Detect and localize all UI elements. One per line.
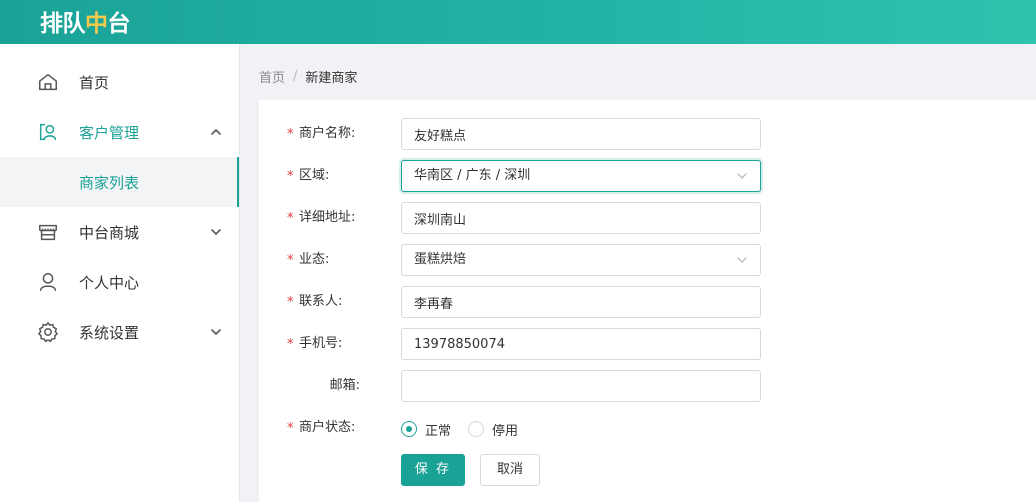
address-label: 详细地址: bbox=[299, 210, 356, 225]
required-mark: * bbox=[287, 337, 294, 352]
form-row-phone: * 手机号: bbox=[259, 328, 1036, 360]
form-row-contact: * 联系人: bbox=[259, 286, 1036, 318]
contact-label: 联系人: bbox=[299, 294, 343, 309]
email-input[interactable] bbox=[401, 370, 761, 402]
phone-input[interactable] bbox=[401, 328, 761, 360]
sidebar-item-label: 首页 bbox=[79, 74, 110, 92]
form-label: * 详细地址: bbox=[259, 202, 360, 234]
status-label: 商户状态: bbox=[299, 420, 356, 435]
app-logo[interactable]: 排队中台 bbox=[40, 6, 131, 37]
contact-input[interactable] bbox=[401, 286, 761, 318]
sidebar-item-mall[interactable]: 中台商城 bbox=[0, 207, 239, 257]
sidebar-item-label: 系统设置 bbox=[79, 324, 140, 342]
breadcrumb: 首页 / 新建商家 bbox=[259, 66, 357, 86]
user-icon bbox=[39, 273, 57, 291]
sidebar: 首页 客户管理 商家列表 中台商城 个人中心 系统设置 bbox=[0, 44, 240, 502]
region-value: 华南区 / 广东 / 深圳 bbox=[414, 168, 531, 183]
store-icon bbox=[39, 224, 57, 241]
logo-text-part1: 排队 bbox=[40, 11, 86, 37]
sidebar-item-label: 个人中心 bbox=[79, 274, 140, 292]
radio-label: 停用 bbox=[492, 423, 519, 439]
form-row-business-type: * 业态: 蛋糕烘焙 bbox=[259, 244, 1036, 276]
form-label: 邮箱: bbox=[259, 370, 360, 402]
form-actions: 保 存 取消 bbox=[259, 454, 1036, 486]
region-cascader[interactable]: 华南区 / 广东 / 深圳 bbox=[401, 160, 761, 192]
form-label: * 区域: bbox=[259, 160, 360, 192]
email-label: 邮箱: bbox=[329, 378, 360, 393]
region-label: 区域: bbox=[299, 168, 330, 183]
address-input[interactable] bbox=[401, 202, 761, 234]
sidebar-subitem-label: 商家列表 bbox=[79, 174, 140, 192]
breadcrumb-home-link[interactable]: 首页 bbox=[259, 67, 285, 86]
form-label: * 联系人: bbox=[259, 286, 360, 318]
sidebar-item-personal-center[interactable]: 个人中心 bbox=[0, 257, 239, 307]
logo-text-accent: 中 bbox=[85, 11, 108, 37]
sidebar-item-label: 中台商城 bbox=[79, 224, 140, 242]
required-mark: * bbox=[287, 169, 294, 184]
active-indicator bbox=[237, 157, 239, 207]
form-label: * 手机号: bbox=[259, 328, 360, 360]
radio-circle bbox=[468, 421, 484, 437]
logo-text-part3: 台 bbox=[107, 11, 131, 37]
required-mark: * bbox=[287, 295, 294, 310]
form-row-status: * 商户状态: 正常 停用 bbox=[259, 412, 1036, 444]
top-header: 排队中台 bbox=[0, 0, 1036, 44]
required-mark: * bbox=[287, 127, 294, 142]
business-type-label: 业态: bbox=[299, 252, 330, 267]
business-type-value: 蛋糕烘焙 bbox=[414, 252, 467, 267]
form-row-region: * 区域: 华南区 / 广东 / 深圳 bbox=[259, 160, 1036, 192]
required-mark: * bbox=[287, 253, 294, 268]
form-label: * 商户状态: bbox=[259, 412, 360, 444]
radio-circle bbox=[401, 421, 417, 437]
sidebar-item-customer-management[interactable]: 客户管理 bbox=[0, 107, 239, 157]
merchant-form-panel: * 商户名称: * 区域: 华南区 / 广东 / 深圳 * 详细地址: * 业态… bbox=[259, 100, 1036, 502]
status-radio-normal[interactable]: 正常 bbox=[401, 420, 452, 439]
gear-icon bbox=[38, 322, 58, 343]
sidebar-item-label: 客户管理 bbox=[79, 124, 140, 142]
save-button[interactable]: 保 存 bbox=[401, 454, 465, 486]
business-type-select[interactable]: 蛋糕烘焙 bbox=[401, 244, 761, 276]
chevron-down-icon bbox=[737, 257, 747, 263]
form-row-address: * 详细地址: bbox=[259, 202, 1036, 234]
home-icon bbox=[39, 73, 57, 91]
chevron-down-icon bbox=[211, 229, 221, 235]
form-row-email: 邮箱: bbox=[259, 370, 1036, 402]
form-row-merchant-name: * 商户名称: bbox=[259, 118, 1036, 150]
customer-icon bbox=[39, 123, 57, 141]
cancel-button[interactable]: 取消 bbox=[480, 454, 540, 486]
chevron-down-icon bbox=[211, 329, 221, 335]
status-radio-disabled[interactable]: 停用 bbox=[468, 420, 519, 439]
phone-label: 手机号: bbox=[299, 336, 343, 351]
form-label: * 商户名称: bbox=[259, 118, 360, 150]
merchant-name-input[interactable] bbox=[401, 118, 761, 150]
radio-label: 正常 bbox=[425, 423, 452, 439]
breadcrumb-current: 新建商家 bbox=[305, 70, 358, 86]
breadcrumb-separator: / bbox=[293, 68, 298, 84]
sidebar-item-system-settings[interactable]: 系统设置 bbox=[0, 307, 239, 357]
form-label: * 业态: bbox=[259, 244, 360, 276]
required-mark: * bbox=[287, 421, 294, 436]
chevron-up-icon bbox=[211, 129, 221, 135]
sidebar-item-home[interactable]: 首页 bbox=[0, 57, 239, 107]
chevron-down-icon bbox=[737, 173, 747, 179]
merchant-name-label: 商户名称: bbox=[299, 126, 356, 141]
required-mark: * bbox=[287, 211, 294, 226]
sidebar-subitem-merchant-list[interactable]: 商家列表 bbox=[0, 157, 239, 207]
